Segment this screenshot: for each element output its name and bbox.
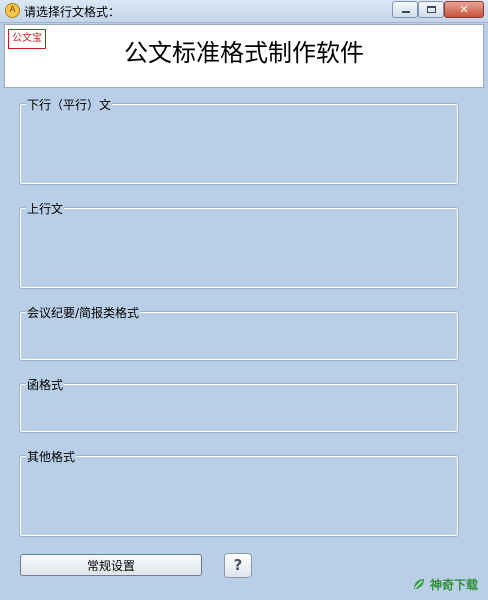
general-settings-button[interactable]: 常规设置 [20,554,202,576]
group-label: 上行文 [26,200,65,217]
app-header: 公文宝 公文标准格式制作软件 [4,24,484,88]
app-icon[interactable]: A [5,3,20,18]
group-label: 下行（平行）文 [26,96,113,113]
close-button[interactable]: ✕ [444,1,484,18]
group-label: 会议纪要/简报类格式 [26,304,141,321]
group-meeting-minutes: 会议纪要/简报类格式 [19,304,459,361]
close-icon: ✕ [459,3,469,16]
window-title: 请选择行文格式： [24,5,121,19]
group-label: 函格式 [26,376,65,393]
minimize-icon [402,11,410,13]
leaf-icon [414,579,424,589]
watermark-text: 神奇下载 [430,578,479,592]
group-upward-doc: 上行文 [19,200,459,289]
group-other-format: 其他格式 [19,448,459,537]
maximize-button[interactable] [418,1,444,18]
maximize-icon [427,6,436,13]
title-bar[interactable]: A 请选择行文格式： ✕ [0,0,488,23]
app-title: 公文标准格式制作软件 [124,39,364,67]
group-label: 其他格式 [26,448,77,465]
group-letter-format: 函格式 [19,376,459,433]
help-button[interactable]: ? [224,553,252,578]
group-downward-doc: 下行（平行）文 [19,96,459,185]
minimize-button[interactable] [392,1,418,18]
